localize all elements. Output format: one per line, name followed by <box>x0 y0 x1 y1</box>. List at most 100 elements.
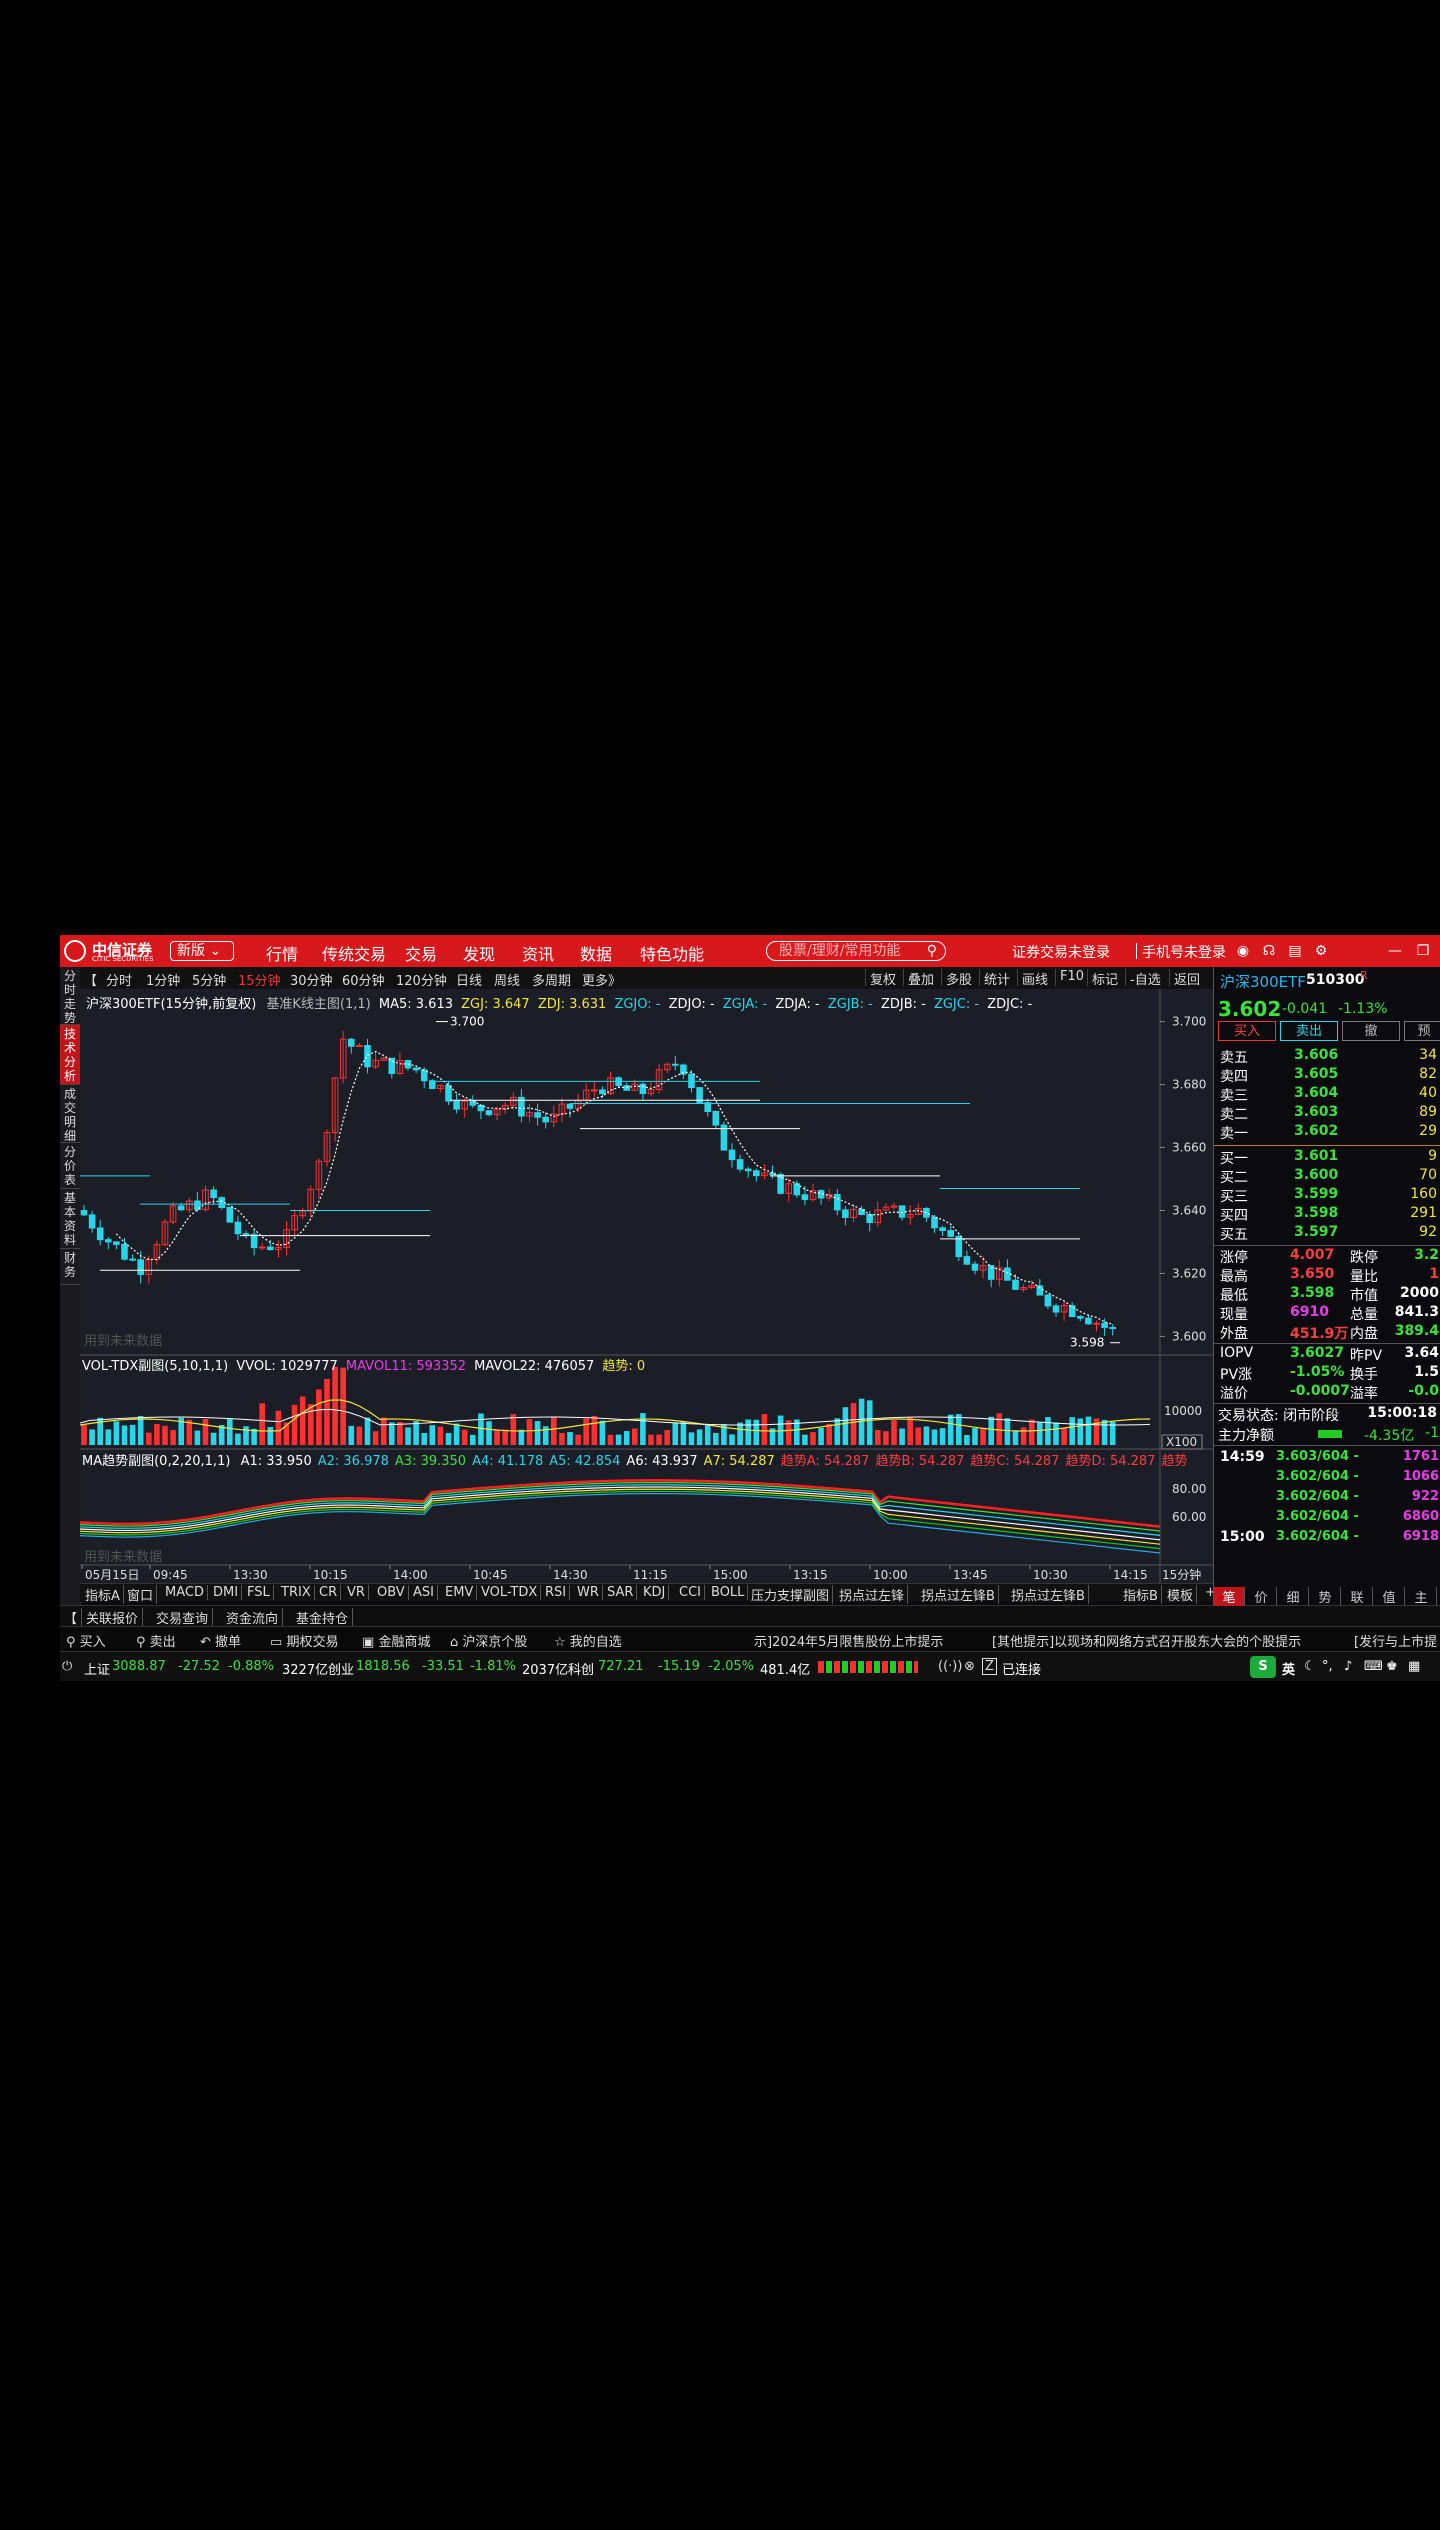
quote-buy-button[interactable]: 买入 <box>1218 1021 1276 1041</box>
tool-draw[interactable]: 画线 <box>1017 969 1048 988</box>
main-indicator-name[interactable]: 基准K线主图(1,1) <box>266 997 370 1012</box>
ime-grid-icon[interactable]: ▦ <box>1408 1659 1420 1674</box>
indicator-tab-10[interactable]: EMV <box>442 1585 478 1600</box>
finance-mall-link[interactable]: ▣ 金融商城 <box>362 1631 430 1650</box>
ime-shirt-icon[interactable]: ♚ <box>1386 1659 1398 1674</box>
indicator-tab-19[interactable]: 拐点过左锋 <box>836 1585 909 1604</box>
ime-voice-icon[interactable]: ♪ <box>1344 1659 1352 1674</box>
vol-indicator-name[interactable]: VOL-TDX副图(5,10,1,1) <box>82 1359 228 1374</box>
sell-level-price[interactable]: 3.606 <box>1294 1047 1338 1063</box>
phone-login-status[interactable]: 手机号未登录 <box>1142 942 1226 962</box>
tool-mark[interactable]: 标记 <box>1087 969 1118 988</box>
menu-market[interactable]: 行情 <box>266 941 298 965</box>
quote-bottom-tab-3[interactable]: 势 <box>1310 1587 1341 1606</box>
indicator-tab-7[interactable]: VR <box>344 1585 369 1600</box>
sell-level-price[interactable]: 3.603 <box>1294 1104 1338 1120</box>
indicator-tab-14[interactable]: SAR <box>604 1585 638 1600</box>
period-5min[interactable]: 5分钟 <box>192 970 226 989</box>
menu-traditional-trade[interactable]: 传统交易 <box>322 941 386 965</box>
minimize-icon[interactable]: — <box>1386 942 1404 960</box>
indicator-tab-3[interactable]: DMI <box>210 1585 243 1600</box>
period-15min[interactable]: 15分钟 <box>238 970 281 989</box>
period-more[interactable]: 更多》 <box>582 970 621 989</box>
kline-chart[interactable]: 3.700 3.680 3.660 3.640 3.620 3.600 3.700 3.598… <box>80 989 1213 1583</box>
power-icon[interactable]: ⏻ <box>62 1659 72 1674</box>
news-ticker-1[interactable]: 示]2024年5月限售股份上市提示 <box>754 1631 943 1650</box>
buy-level-price[interactable]: 3.599 <box>1294 1186 1338 1202</box>
sell-level-price[interactable]: 3.605 <box>1294 1066 1338 1082</box>
options-trade-link[interactable]: ▭ 期权交易 <box>270 1631 338 1650</box>
vtab-basic-info[interactable]: 基本资料 <box>60 1189 80 1249</box>
tool-back[interactable]: 返回 <box>1169 969 1200 988</box>
tool-f10[interactable]: F10 <box>1055 969 1084 986</box>
indicator-tab-6[interactable]: CR <box>316 1585 342 1600</box>
indicator-tab-13[interactable]: WR <box>574 1585 603 1600</box>
news-ticker-3[interactable]: [发行与上市提 <box>1354 1631 1437 1650</box>
indicator-tab-1[interactable]: 窗口 <box>124 1585 158 1604</box>
quote-cancel-button[interactable]: 撤 <box>1342 1021 1400 1041</box>
vtab-price-table[interactable]: 分价表 <box>60 1143 80 1189</box>
period-120min[interactable]: 120分钟 <box>396 970 447 989</box>
vtab-technical[interactable]: 技术分析 <box>60 1025 80 1085</box>
quote-bottom-tab-2[interactable]: 细 <box>1278 1587 1309 1606</box>
period-weekly[interactable]: 周线 <box>494 970 520 989</box>
page-tab-expand-icon[interactable]: 【 <box>60 1608 83 1627</box>
quote-bottom-tab-1[interactable]: 价 <box>1246 1587 1277 1606</box>
search-input[interactable]: 股票/理财/常用功能 ⚲ <box>766 941 946 961</box>
tool-watchlist[interactable]: -自选 <box>1125 969 1161 988</box>
menu-discover[interactable]: 发现 <box>463 941 495 965</box>
indicator-tab-9[interactable]: ASI <box>410 1585 438 1600</box>
period-30min[interactable]: 30分钟 <box>290 970 333 989</box>
maximize-icon[interactable]: ❐ <box>1414 942 1432 960</box>
quote-bottom-tab-6[interactable]: 主 <box>1406 1587 1437 1606</box>
buy-level-price[interactable]: 3.601 <box>1294 1148 1338 1164</box>
ime-punct-icon[interactable]: °, <box>1322 1659 1333 1674</box>
menu-trade[interactable]: 交易 <box>405 941 437 965</box>
period-intraday[interactable]: 分时 <box>106 970 132 989</box>
indicator-tab-right-0[interactable]: 指标B <box>1120 1585 1162 1604</box>
period-multi[interactable]: 多周期 <box>532 970 571 989</box>
indicator-tab-20[interactable]: 拐点过左锋B <box>918 1585 999 1604</box>
buy-level-price[interactable]: 3.598 <box>1294 1205 1338 1221</box>
page-tab-fund-holdings[interactable]: 基金持仓 <box>292 1608 354 1627</box>
vtab-intraday[interactable]: 分时走势 <box>60 967 80 1025</box>
page-tab-trade-query[interactable]: 交易查询 <box>152 1608 214 1627</box>
indicator-tab-2[interactable]: MACD <box>162 1585 208 1600</box>
customer-service-icon[interactable]: ◉ <box>1234 942 1252 960</box>
menu-special[interactable]: 特色功能 <box>640 941 704 965</box>
ma-indicator-name[interactable]: MA趋势副图(0,2,20,1,1) <box>82 1454 230 1469</box>
indicator-tab-5[interactable]: TRIX <box>278 1585 315 1600</box>
tool-multi-stock[interactable]: 多股 <box>941 969 972 988</box>
sell-level-price[interactable]: 3.602 <box>1294 1123 1338 1139</box>
menu-news[interactable]: 资讯 <box>522 941 554 965</box>
trade-login-status[interactable]: 证券交易未登录 <box>1012 942 1110 962</box>
stocks-link[interactable]: ⌂ 沪深京个股 <box>450 1631 527 1650</box>
ime-logo-icon[interactable]: S <box>1250 1656 1276 1678</box>
list-icon[interactable]: ▤ <box>1286 942 1304 960</box>
quote-bottom-tab-4[interactable]: 联 <box>1342 1587 1373 1606</box>
sell-link[interactable]: ⚲ 卖出 <box>136 1631 176 1650</box>
indicator-tab-4[interactable]: FSL <box>244 1585 274 1600</box>
news-ticker-2[interactable]: [其他提示]以现场和网络方式召开股东大会的个股提示 <box>992 1631 1301 1650</box>
indicator-tab-17[interactable]: BOLL <box>708 1585 749 1600</box>
ime-keyboard-icon[interactable]: ⌨ <box>1364 1659 1383 1674</box>
vtab-trades[interactable]: 成交明细 <box>60 1085 80 1143</box>
indicator-tab-18[interactable]: 压力支撑副图 <box>748 1585 834 1604</box>
headset-icon[interactable]: ☊ <box>1260 942 1278 960</box>
quote-preorder-button[interactable]: 预 <box>1404 1021 1440 1041</box>
period-daily[interactable]: 日线 <box>456 970 482 989</box>
indicator-tab-16[interactable]: CCI <box>676 1585 705 1600</box>
indicator-tab-15[interactable]: KDJ <box>640 1585 670 1600</box>
sell-level-price[interactable]: 3.604 <box>1294 1085 1338 1101</box>
tool-overlay[interactable]: 叠加 <box>903 969 934 988</box>
indicator-tab-8[interactable]: OBV <box>374 1585 409 1600</box>
tool-stats[interactable]: 统计 <box>979 969 1010 988</box>
indicator-tab-21[interactable]: 拐点过左锋B <box>1008 1585 1089 1604</box>
period-1min[interactable]: 1分钟 <box>146 970 180 989</box>
period-60min[interactable]: 60分钟 <box>342 970 385 989</box>
my-watchlist-link[interactable]: ☆ 我的自选 <box>554 1631 622 1650</box>
buy-level-price[interactable]: 3.600 <box>1294 1167 1338 1183</box>
buy-level-price[interactable]: 3.597 <box>1294 1224 1338 1240</box>
toolbar-toggle-icon[interactable]: 【 <box>84 970 97 989</box>
indicator-tab-right-1[interactable]: 模板 <box>1164 1585 1198 1604</box>
